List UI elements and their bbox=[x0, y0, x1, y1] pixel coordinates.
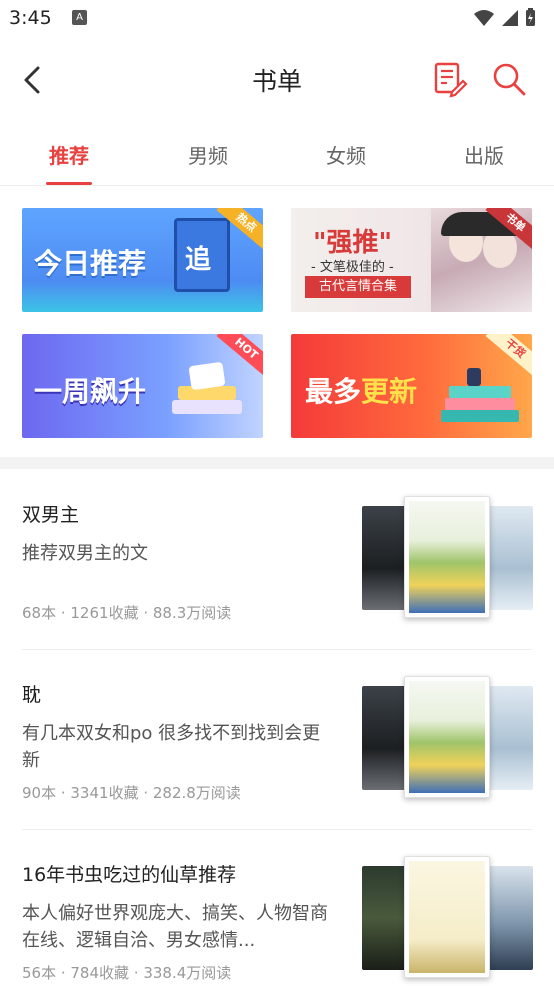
book-stack-icon bbox=[172, 360, 242, 422]
page-title: 书单 bbox=[251, 67, 302, 96]
cover-stack bbox=[362, 496, 534, 622]
book-cover bbox=[362, 506, 406, 610]
list-title: 耽 bbox=[22, 684, 42, 706]
book-cover bbox=[489, 866, 533, 970]
book-list-item[interactable]: 16年书虫吃过的仙草推荐 本人偏好世界观庞大、搞笑、人物智商在线、逻辑自洽、男女… bbox=[0, 830, 554, 986]
list-description: 有几本双女和po 很多找不到找到会更新 bbox=[22, 723, 321, 771]
banner-title: 最多更新 bbox=[305, 370, 417, 410]
notification-icon: A bbox=[72, 10, 87, 25]
banner-most-updated[interactable]: 最多更新 干货 bbox=[291, 334, 532, 438]
list-stats: 68本 · 1261收藏 · 88.3万阅读 bbox=[22, 604, 232, 622]
tab-recommend[interactable]: 推荐 bbox=[19, 140, 119, 169]
book-cover bbox=[489, 686, 533, 790]
category-tabs: 推荐 男频 女频 出版 bbox=[0, 124, 554, 186]
banner-title: 一周飙升 bbox=[34, 375, 147, 408]
list-stats: 90本 · 3341收藏 · 282.8万阅读 bbox=[22, 784, 241, 802]
tab-female[interactable]: 女频 bbox=[296, 140, 396, 169]
section-divider bbox=[0, 457, 554, 469]
banner-weekly-rising[interactable]: 一周飙升 HOT bbox=[22, 334, 263, 438]
banner-today-recommend[interactable]: 今日推荐 追 热点 bbox=[22, 208, 263, 312]
book-cover bbox=[404, 856, 490, 978]
book-cover bbox=[362, 866, 406, 970]
notebook-icon: 追 bbox=[174, 218, 230, 292]
banner-title-part-2: 更新 bbox=[361, 375, 418, 408]
banner-subtitle: - 文笔极佳的 - bbox=[311, 260, 394, 275]
app-header: 书单 bbox=[0, 36, 554, 122]
status-bar: 3:45 A bbox=[0, 0, 554, 36]
banner-title-part-1: 最多 bbox=[305, 375, 362, 408]
edit-note-icon[interactable] bbox=[430, 60, 468, 98]
book-pile-icon bbox=[441, 368, 519, 428]
book-list-item[interactable]: 双男主 推荐双男主的文 68本 · 1261收藏 · 88.3万阅读 bbox=[0, 470, 554, 650]
tab-male[interactable]: 男频 bbox=[158, 140, 258, 169]
notebook-icon-text: 追 bbox=[185, 245, 212, 275]
list-title: 双男主 bbox=[22, 504, 80, 526]
list-title: 16年书虫吃过的仙草推荐 bbox=[22, 864, 237, 886]
banner-headline: "强推" bbox=[313, 228, 393, 258]
book-cover bbox=[404, 676, 490, 798]
list-description: 推荐双男主的文 bbox=[22, 543, 148, 564]
book-cover bbox=[404, 496, 490, 618]
banner-tag: 古代言情合集 bbox=[305, 276, 411, 298]
cover-stack bbox=[362, 676, 534, 802]
search-icon[interactable] bbox=[490, 60, 528, 98]
status-time: 3:45 bbox=[9, 7, 52, 29]
book-cover bbox=[489, 506, 533, 610]
book-cover bbox=[362, 686, 406, 790]
list-description: 本人偏好世界观庞大、搞笑、人物智商在线、逻辑自洽、男女感情... bbox=[22, 903, 328, 951]
banner-strong-recommend[interactable]: "强推" - 文笔极佳的 - 古代言情合集 书单 bbox=[291, 208, 532, 312]
cover-stack bbox=[362, 856, 534, 982]
system-status-icons bbox=[474, 8, 535, 26]
tab-published[interactable]: 出版 bbox=[434, 140, 534, 169]
book-list-item[interactable]: 耽 有几本双女和po 很多找不到找到会更新 90本 · 3341收藏 · 282… bbox=[0, 650, 554, 830]
active-tab-indicator bbox=[46, 182, 92, 185]
banner-title: 今日推荐 bbox=[34, 247, 147, 280]
list-stats: 56本 · 784收藏 · 338.4万阅读 bbox=[22, 964, 232, 982]
